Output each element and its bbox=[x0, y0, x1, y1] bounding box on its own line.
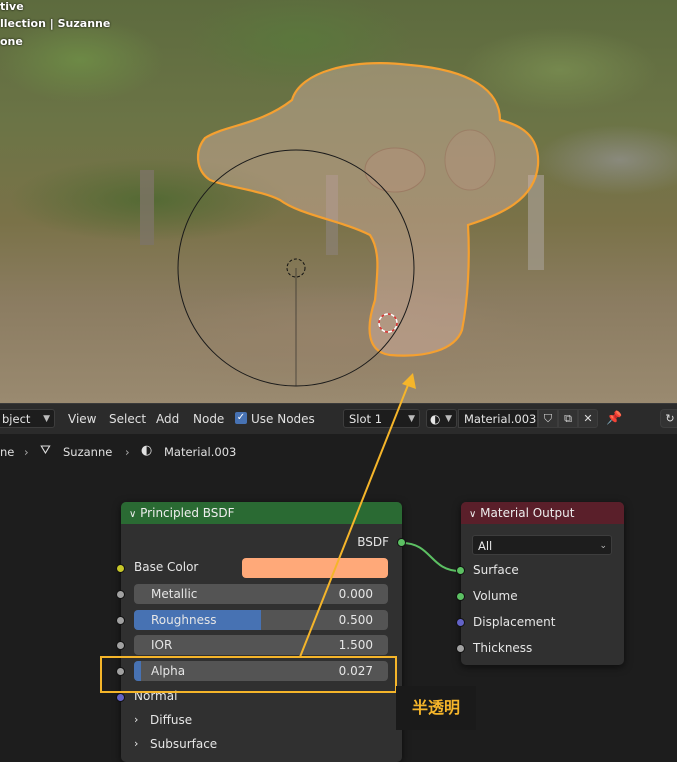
annotation-arrowhead-icon bbox=[402, 373, 416, 389]
annotation-highlight-box bbox=[100, 656, 397, 693]
annotation-label: 半透明 bbox=[396, 686, 476, 730]
annotation-overlay bbox=[100, 373, 416, 693]
annotation-arrow-line bbox=[299, 379, 411, 658]
